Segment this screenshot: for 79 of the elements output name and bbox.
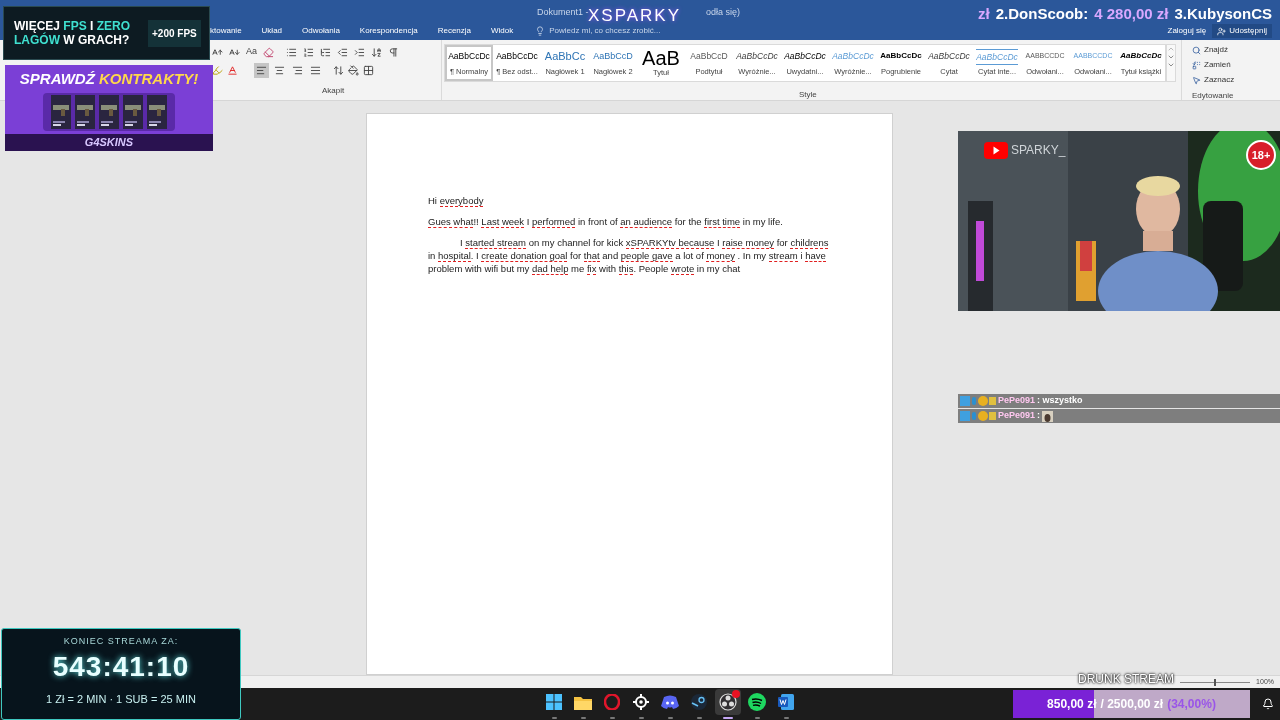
align-button[interactable]: [254, 62, 269, 78]
chat-user: PePe091: [998, 409, 1036, 423]
shading-icon[interactable]: [348, 64, 359, 76]
bullets-icon[interactable]: [286, 46, 297, 58]
leaderboard-amount: zł: [978, 4, 990, 24]
paragraph: Gues what!! Last week I performed in front of an audience for the first time in my life.: [428, 215, 784, 228]
sort-icon[interactable]: [371, 46, 382, 58]
highlighter-icon[interactable]: [212, 64, 223, 76]
windows-icon[interactable]: [546, 694, 562, 710]
shrink-font-icon[interactable]: [229, 46, 240, 58]
font-color-icon[interactable]: [227, 64, 238, 76]
gear-icon[interactable]: [633, 694, 649, 710]
lightbulb-icon: [535, 26, 546, 36]
window-title: odła się): [706, 6, 741, 19]
person-add-icon: [1217, 26, 1227, 36]
borders-icon[interactable]: [363, 64, 374, 76]
editing-button[interactable]: Zaznacz: [1192, 74, 1235, 86]
chat-user: PePe091: [998, 394, 1036, 408]
leaderboard-amount: 4 280,00 zł: [1094, 4, 1169, 24]
paragraph: I started stream on my channel for kick xSPARKYtv because I raise money for childrens in hospital. I create donation goal for that and people gave a lot of money . In my stream i have problem with wifi but my dad help me fix with this. People wrote in my chat: [428, 236, 830, 275]
folder-icon[interactable]: [574, 694, 592, 710]
editing-button[interactable]: Znajdź: [1192, 44, 1235, 56]
ad-headline: WIĘCEJ FPS I ZERO LAGÓW W GRACH?: [14, 19, 132, 47]
grow-font-icon[interactable]: [212, 46, 223, 58]
badge-icons: [960, 396, 996, 406]
pointer-icon: [1192, 75, 1201, 85]
ribbon-tab[interactable]: Recenzja: [437, 25, 472, 37]
obs-icon[interactable]: [719, 693, 737, 711]
increase-indent-icon[interactable]: [354, 46, 365, 58]
chat-text: : wszystko: [1037, 394, 1083, 408]
pilcrow-icon[interactable]: [388, 46, 399, 58]
eraser-icon[interactable]: [263, 46, 274, 58]
stream-title: XSPARKY: [588, 5, 682, 27]
share-button[interactable]: Udostępnij: [1212, 24, 1272, 38]
goal-percent: (34,00%): [1167, 696, 1216, 713]
ring-icon[interactable]: [604, 694, 620, 710]
zoom-slider[interactable]: [1180, 678, 1251, 686]
ad-badge: +200 FPS: [148, 19, 201, 47]
ribbon-tab[interactable]: ktowanie: [210, 25, 242, 37]
paragraph: Hi everybody: [428, 194, 485, 207]
change-case-button[interactable]: Aa: [246, 45, 257, 59]
chat-text: :: [1037, 409, 1041, 423]
decrease-indent-icon[interactable]: [337, 46, 348, 58]
countdown-time: 543:41:10: [52, 649, 190, 684]
line-spacing-icon[interactable]: [333, 64, 344, 76]
ribbon-tab[interactable]: Odwołania: [302, 25, 340, 37]
countdown-title: KONIEC STREAMA ZA:: [63, 635, 179, 648]
goal-target: / 2500,00 zł: [1100, 696, 1164, 713]
notification-icon[interactable]: [1262, 698, 1274, 710]
gallery-scrollbar[interactable]: [1166, 44, 1176, 82]
ribbon-tab[interactable]: Widok: [491, 25, 514, 37]
sign-in-link[interactable]: Zaloguj się: [1167, 25, 1207, 37]
stream-overlay-text: DRUNK STREAM: [1078, 671, 1174, 688]
spotify-icon[interactable]: [748, 693, 766, 711]
search-icon: [1192, 45, 1201, 55]
multilevel-list-icon[interactable]: [320, 46, 331, 58]
numbering-icon[interactable]: [303, 46, 314, 58]
leaderboard-name: 3.KubysonCS: [1174, 4, 1272, 24]
tell-me-field[interactable]: Powiedz mi, co chcesz zrobić...: [549, 25, 661, 37]
scroll-down-icon[interactable]: [1167, 53, 1175, 61]
group-label: Style: [798, 89, 818, 101]
ribbon-tab[interactable]: Układ: [261, 25, 283, 37]
ad-brand: G4SKINS: [84, 135, 134, 150]
controller-icon[interactable]: [661, 695, 679, 709]
steam-icon[interactable]: [691, 694, 707, 710]
ribbon-tab[interactable]: Korespondencja: [359, 25, 418, 37]
group-label: Akapit: [321, 85, 346, 97]
badge-icons: [960, 411, 996, 421]
ad-headline: SPRAWDŹ KONTRAKTY!: [19, 69, 199, 89]
word-icon[interactable]: [777, 693, 795, 711]
channel-name: SPARKY_: [1011, 142, 1066, 159]
expand-icon[interactable]: [1167, 61, 1175, 69]
emote-icon: [1042, 410, 1054, 422]
replace-icon: [1192, 60, 1201, 70]
editing-button[interactable]: Zamień: [1192, 59, 1235, 71]
countdown-rules: 1 Zł = 2 MIN · 1 SUB = 25 MIN: [46, 691, 196, 707]
leaderboard-name: 2.DonScoob:: [995, 4, 1089, 24]
group-label: Edytowanie: [1192, 90, 1235, 102]
window-title: Dokument1 -: [537, 6, 589, 17]
